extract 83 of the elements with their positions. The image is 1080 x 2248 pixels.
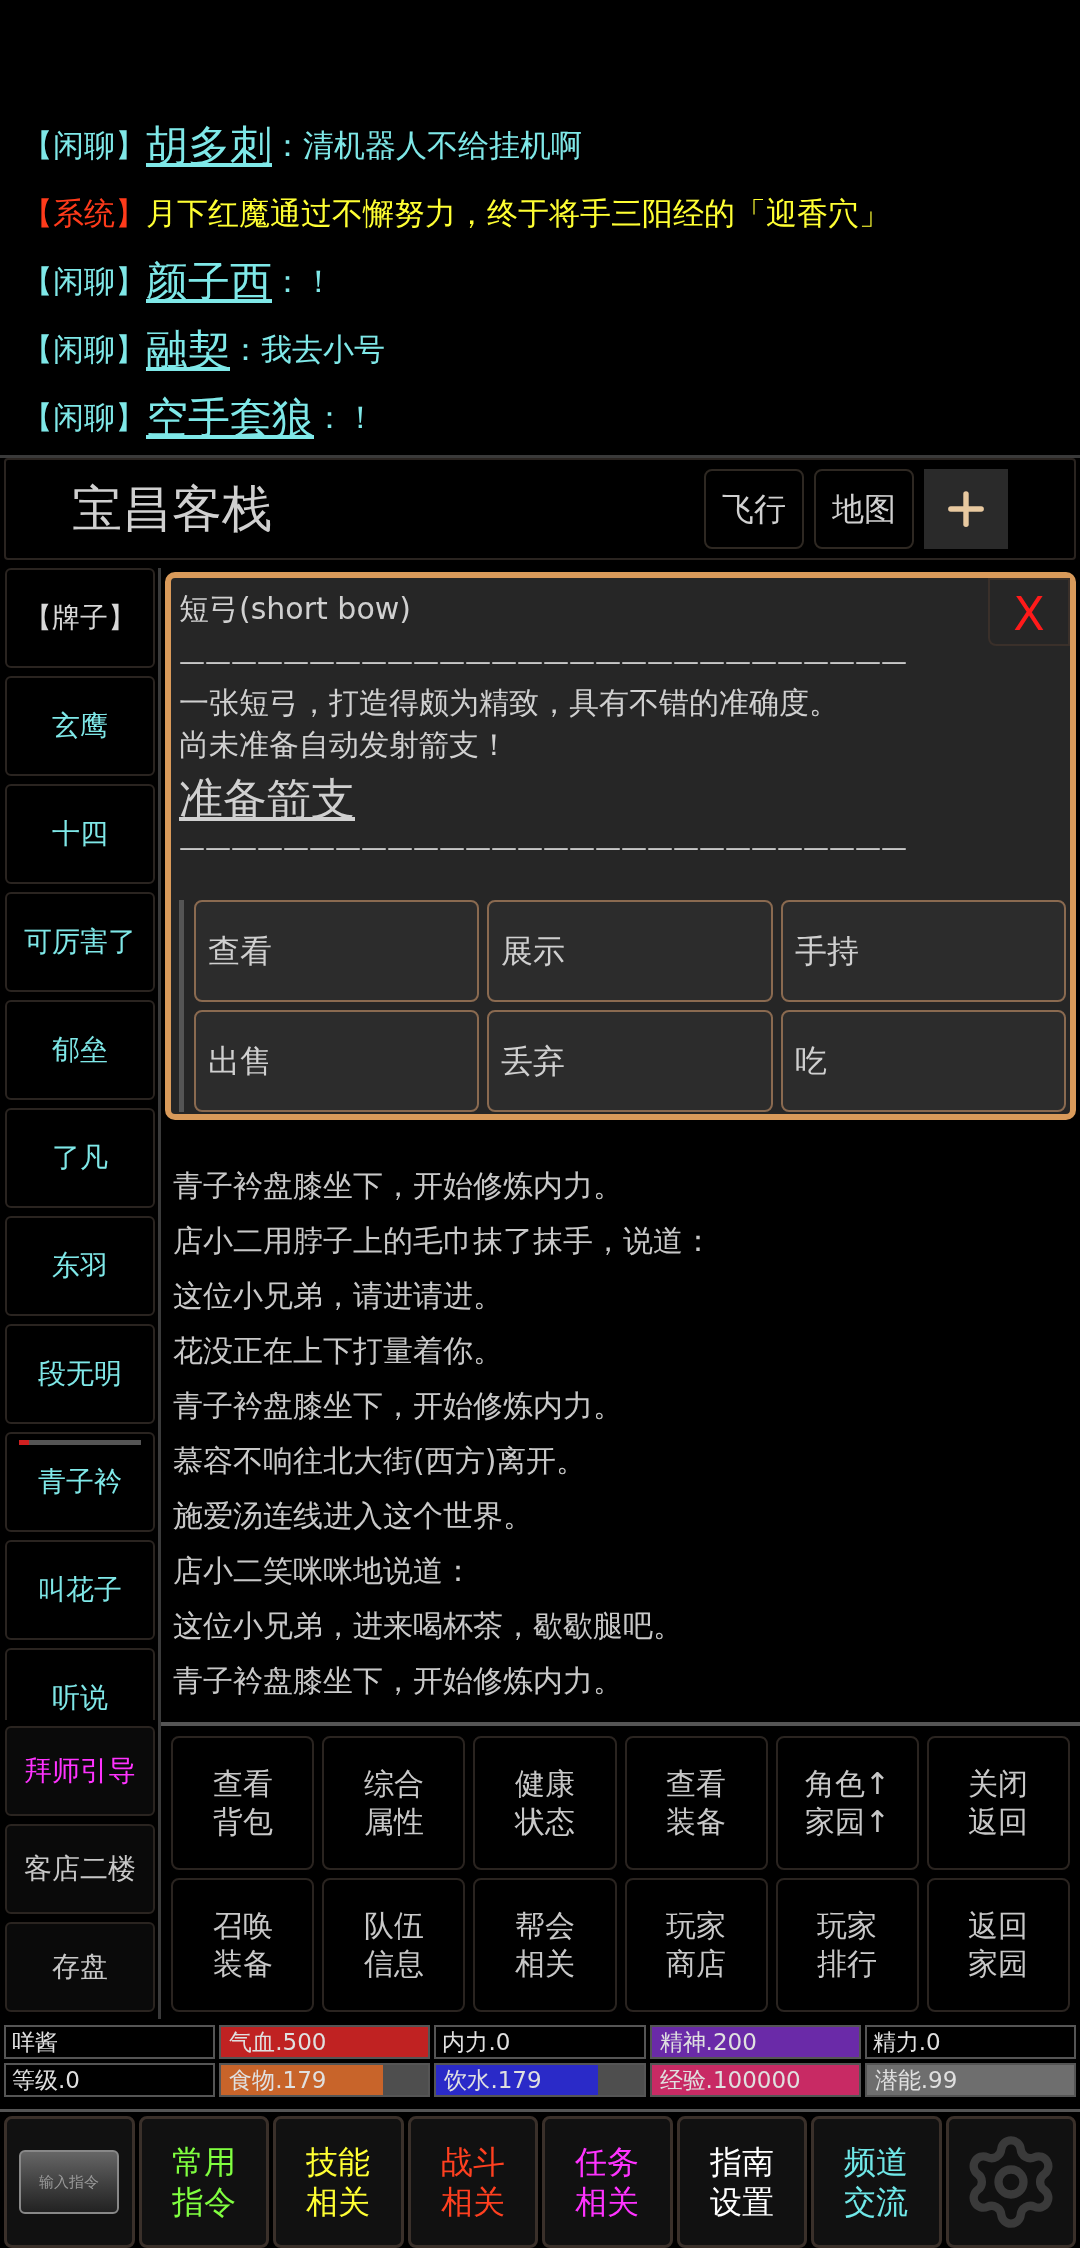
nav-button[interactable]: 任务 相关 xyxy=(542,2116,673,2248)
player-item[interactable]: 可厉害了 xyxy=(5,891,155,992)
chat-message: ：！ xyxy=(272,262,334,302)
command-button[interactable]: 查看 背包 xyxy=(171,1735,315,1870)
player-item[interactable]: 玄鹰 xyxy=(5,675,155,776)
menu-item[interactable]: 拜师引导 xyxy=(5,1725,155,1816)
log-line: 青子衿盘膝坐下，开始修炼内力。 xyxy=(173,1166,624,1205)
stat-field: 精力.0 xyxy=(864,2025,1076,2059)
player-item[interactable]: 了凡 xyxy=(5,1107,155,1208)
player-item[interactable]: 十四 xyxy=(5,783,155,884)
action-button[interactable]: 查看 xyxy=(194,899,480,1002)
stat-field: 内力.0 xyxy=(434,2025,646,2059)
nav-button[interactable]: 战斗 相关 xyxy=(407,2116,538,2248)
channel-tag: 【系统】 xyxy=(22,190,146,237)
stat-field: 等级.0 xyxy=(4,2063,216,2097)
log-line: 店小二用脖子上的毛巾抹了抹手，说道： xyxy=(173,1221,714,1260)
dash-line: ———————————————————————————— xyxy=(179,645,908,676)
prepare-arrows-link[interactable]: 准备箭支 xyxy=(179,765,355,832)
player-name-link[interactable]: 空手套狼 xyxy=(146,385,314,449)
header-button[interactable]: 飞行 xyxy=(704,469,804,549)
action-button[interactable]: 丢弃 xyxy=(487,1009,773,1112)
stat-label: 饮水.179 xyxy=(443,2067,542,2093)
command-button[interactable]: 关闭 返回 xyxy=(926,1735,1070,1870)
log-line: 这位小兄弟，请进请进。 xyxy=(173,1276,504,1315)
command-button[interactable]: 玩家 排行 xyxy=(775,1877,919,2012)
menu-item[interactable]: 存盘 xyxy=(5,1921,155,2012)
command-button[interactable]: 查看 装备 xyxy=(624,1735,768,1870)
system-message: 月下红魔通过不懈努力，终于将手三阳经的「迎香穴」 xyxy=(146,194,890,234)
log-line: 花没正在上下打量着你。 xyxy=(173,1331,504,1370)
command-button[interactable]: 综合 属性 xyxy=(322,1735,466,1870)
nav-button[interactable]: 技能 相关 xyxy=(273,2116,404,2248)
command-button[interactable]: 召唤 装备 xyxy=(171,1877,315,2012)
chat-message: ：清机器人不给挂机啊 xyxy=(272,126,582,166)
log-line: 店小二笑咪咪地说道： xyxy=(173,1551,474,1590)
input-command-button[interactable]: 输入指令 xyxy=(4,2116,135,2248)
item-description: 尚未准备自动发射箭支！ xyxy=(179,725,509,764)
add-button[interactable] xyxy=(924,469,1008,549)
room-title: 宝昌客栈 xyxy=(72,478,273,540)
player-name-link[interactable]: 融契 xyxy=(146,317,230,381)
channel-tag: 【闲聊】 xyxy=(22,122,146,169)
action-button[interactable]: 出售 xyxy=(194,1009,480,1112)
dash-line: ———————————————————————————— xyxy=(179,831,908,862)
command-button[interactable]: 角色↑ 家园↑ xyxy=(775,1735,919,1870)
log-line: 青子衿盘膝坐下，开始修炼内力。 xyxy=(173,1661,624,1700)
log-line: 慕容不响往北大街(西方)离开。 xyxy=(173,1441,588,1480)
stat-label: 气血.500 xyxy=(228,2029,327,2055)
item-description: 一张短弓，打造得颇为精致，具有不错的准确度。 xyxy=(179,683,839,722)
command-button[interactable]: 帮会 相关 xyxy=(473,1877,617,2012)
player-item[interactable]: 青子衿 xyxy=(5,1431,155,1532)
stat-label: 食物.179 xyxy=(228,2067,327,2093)
channel-tag: 【闲聊】 xyxy=(22,394,146,441)
menu-item[interactable]: 客店二楼 xyxy=(5,1823,155,1914)
close-button[interactable]: X xyxy=(988,577,1070,646)
log-line: 施爱汤连线进入这个世界。 xyxy=(173,1496,534,1535)
command-button[interactable]: 玩家 商店 xyxy=(624,1877,768,2012)
item-title: 短弓(short bow) xyxy=(179,589,412,628)
player-item[interactable]: 东羽 xyxy=(5,1215,155,1316)
player-name-link[interactable]: 颜子西 xyxy=(146,249,272,313)
stat-label: 经验.100000 xyxy=(658,2067,801,2093)
stat-field: 咩酱 xyxy=(4,2025,216,2059)
log-line: 这位小兄弟，进来喝杯茶，歇歇腿吧。 xyxy=(173,1606,684,1645)
chat-message: ：我去小号 xyxy=(230,330,385,370)
nav-button[interactable]: 常用 指令 xyxy=(138,2116,269,2248)
player-item[interactable]: 郁垒 xyxy=(5,999,155,1100)
chat-message: ：！ xyxy=(314,398,376,438)
action-button[interactable]: 展示 xyxy=(487,899,773,1002)
nav-button[interactable]: 频道 交流 xyxy=(811,2116,942,2248)
player-item[interactable]: 段无明 xyxy=(5,1323,155,1424)
action-button[interactable]: 吃 xyxy=(780,1009,1066,1112)
player-item[interactable]: 叫花子 xyxy=(5,1539,155,1640)
channel-tag: 【闲聊】 xyxy=(22,258,146,305)
action-button[interactable]: 手持 xyxy=(780,899,1066,1002)
player-name-link[interactable]: 胡多刺 xyxy=(146,113,272,177)
stat-label: 精神.200 xyxy=(658,2029,757,2055)
stat-label: 潜能.99 xyxy=(873,2067,958,2093)
channel-tag: 【闲聊】 xyxy=(22,326,146,373)
player-item[interactable]: 【牌子】 xyxy=(5,567,155,668)
command-button[interactable]: 健康 状态 xyxy=(473,1735,617,1870)
header-button[interactable]: 地图 xyxy=(814,469,914,549)
command-button[interactable]: 队伍 信息 xyxy=(322,1877,466,2012)
log-line: 青子衿盘膝坐下，开始修炼内力。 xyxy=(173,1386,624,1425)
command-button[interactable]: 返回 家园 xyxy=(926,1877,1070,2012)
nav-button[interactable]: 指南 设置 xyxy=(676,2116,807,2248)
